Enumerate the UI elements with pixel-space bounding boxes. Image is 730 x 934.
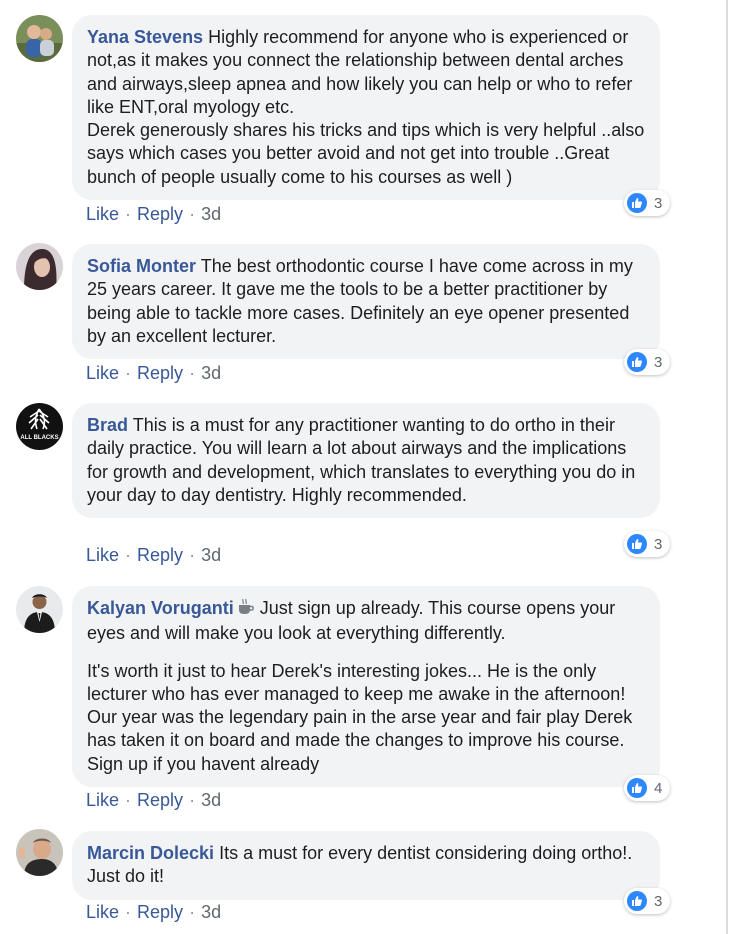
timestamp[interactable]: 3d: [201, 545, 221, 565]
comment-bubble: Yana Stevens Highly recommend for anyone…: [72, 15, 660, 201]
reply-link[interactable]: Reply: [137, 790, 183, 810]
thumbs-up-icon: [627, 534, 647, 554]
avatar[interactable]: [16, 243, 63, 290]
page-divider: [726, 0, 728, 934]
avatar[interactable]: [16, 586, 63, 633]
separator: ·: [189, 363, 196, 383]
separator: ·: [125, 790, 132, 810]
comment-text-continued: It's worth it just to hear Derek's inter…: [87, 660, 633, 774]
comment-text-continued: Derek generously shares his tricks and t…: [87, 120, 645, 187]
separator: ·: [125, 545, 132, 565]
comment-bubble: Kalyan Voruganti Just sign up already. T…: [72, 586, 660, 788]
reply-link[interactable]: Reply: [137, 204, 183, 224]
reply-link[interactable]: Reply: [137, 545, 183, 565]
separator: ·: [189, 790, 196, 810]
comment-bubble: Sofia Monter The best orthodontic course…: [72, 244, 660, 360]
comment-bubble: Marcin Dolecki Its a must for every dent…: [72, 831, 660, 900]
comment-actions: Like · Reply · 3d: [86, 544, 221, 566]
reaction-count[interactable]: 3: [624, 190, 671, 216]
reaction-count[interactable]: 4: [624, 775, 671, 801]
reaction-count[interactable]: 3: [624, 888, 671, 914]
like-count: 3: [654, 194, 663, 212]
separator: ·: [125, 902, 132, 922]
like-count: 4: [654, 779, 663, 797]
comment-actions: Like · Reply · 3d: [86, 789, 221, 811]
like-link[interactable]: Like: [86, 363, 119, 383]
reply-link[interactable]: Reply: [137, 363, 183, 383]
comment-actions: Like · Reply · 3d: [86, 362, 221, 384]
timestamp[interactable]: 3d: [201, 790, 221, 810]
avatar-logo-text: ALL BLACKS: [20, 435, 58, 441]
separator: ·: [189, 545, 196, 565]
separator: ·: [125, 363, 132, 383]
thumbs-up-icon: [627, 352, 647, 372]
author-name[interactable]: Sofia Monter: [87, 256, 196, 276]
like-count: 3: [654, 892, 663, 910]
avatar[interactable]: [16, 15, 63, 62]
like-count: 3: [654, 353, 663, 371]
comment-text: This is a must for any practitioner want…: [87, 415, 636, 505]
comment-actions: Like · Reply · 3d: [86, 203, 221, 225]
comment-bubble: Brad This is a must for any practitioner…: [72, 403, 660, 519]
author-name[interactable]: Marcin Dolecki: [87, 843, 214, 863]
avatar[interactable]: ALL BLACKS: [16, 403, 63, 450]
timestamp[interactable]: 3d: [201, 204, 221, 224]
reaction-count[interactable]: 3: [624, 531, 671, 557]
separator: ·: [189, 204, 196, 224]
coffee-cup-icon: [237, 598, 255, 622]
thumbs-up-icon: [627, 193, 647, 213]
author-name[interactable]: Kalyan Voruganti: [87, 598, 234, 618]
like-link[interactable]: Like: [86, 902, 119, 922]
reaction-count[interactable]: 3: [624, 349, 671, 375]
like-link[interactable]: Like: [86, 204, 119, 224]
avatar[interactable]: [16, 829, 63, 876]
like-link[interactable]: Like: [86, 545, 119, 565]
timestamp[interactable]: 3d: [201, 363, 221, 383]
like-count: 3: [654, 535, 663, 553]
like-link[interactable]: Like: [86, 790, 119, 810]
separator: ·: [125, 204, 132, 224]
thumbs-up-icon: [627, 778, 647, 798]
timestamp[interactable]: 3d: [201, 902, 221, 922]
author-name[interactable]: Yana Stevens: [87, 27, 203, 47]
author-name[interactable]: Brad: [87, 415, 128, 435]
comment-actions: Like · Reply · 3d: [86, 901, 221, 923]
thumbs-up-icon: [627, 891, 647, 911]
separator: ·: [189, 902, 196, 922]
reply-link[interactable]: Reply: [137, 902, 183, 922]
